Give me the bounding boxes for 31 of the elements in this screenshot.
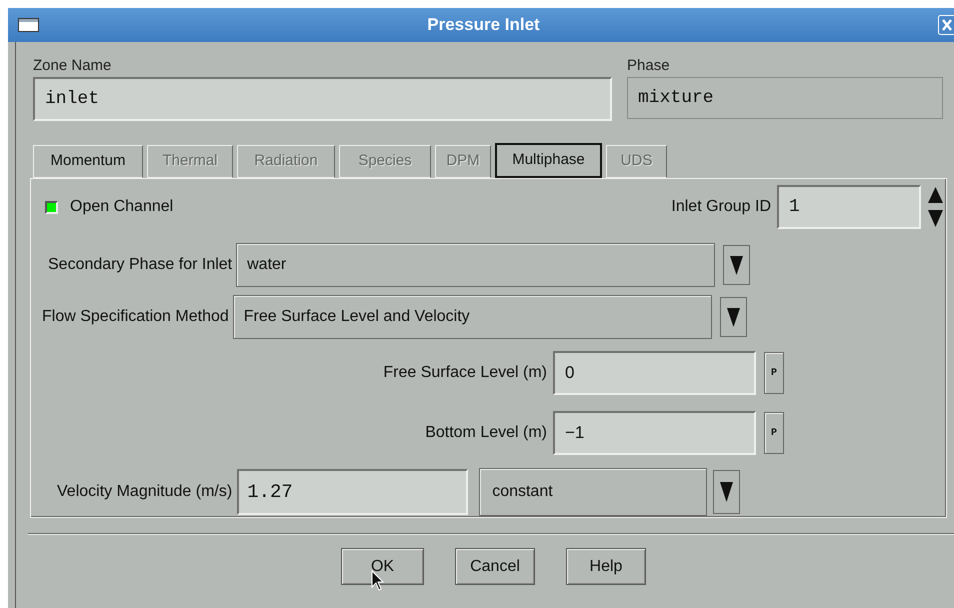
close-icon[interactable] <box>938 15 954 35</box>
field-label: Secondary Phase for Inlet <box>48 255 232 275</box>
mouse-pointer-icon <box>371 570 385 592</box>
window-menu-icon[interactable] <box>18 18 39 32</box>
field-label: Inlet Group ID <box>671 197 771 217</box>
parameter-button[interactable]: P <box>764 412 784 454</box>
field-label: Free Surface Level (m) <box>383 363 547 383</box>
field-label: Phase <box>627 56 671 75</box>
field-label: Velocity Magnitude (m/s) <box>57 482 232 502</box>
field-label: Zone Name <box>33 56 112 75</box>
inlet-group-id-field[interactable]: 1 <box>777 185 921 229</box>
phase-field: mixture <box>627 77 943 119</box>
tab[interactable]: Multiphase <box>495 143 602 178</box>
tab[interactable]: Momentum <box>33 145 143 178</box>
spinner-arrows-icon[interactable] <box>927 185 944 229</box>
field-label: Bottom Level (m) <box>425 423 547 443</box>
dialog-button[interactable]: OK <box>341 548 424 585</box>
secondary-phase-dropdown[interactable]: water <box>236 243 716 287</box>
dialog-button[interactable]: Cancel <box>455 548 535 585</box>
field-label: Flow Specification Method <box>42 307 229 327</box>
number-field[interactable]: −1 <box>553 411 756 455</box>
number-field[interactable]: 0 <box>553 351 756 395</box>
parameter-button[interactable]: P <box>764 352 784 394</box>
zone-name-field[interactable]: inlet <box>33 77 612 121</box>
checkbox-label: Open Channel <box>70 197 174 217</box>
flow-method-dropdown[interactable]: Free Surface Level and Velocity <box>232 295 712 339</box>
checkbox[interactable] <box>45 200 58 214</box>
window-title: Pressure Inlet <box>427 14 540 36</box>
velocity-magnitude-field[interactable]: 1.27 <box>237 469 468 515</box>
method-dropdown[interactable]: constant <box>479 468 708 516</box>
dialog-button[interactable]: Help <box>566 548 646 585</box>
